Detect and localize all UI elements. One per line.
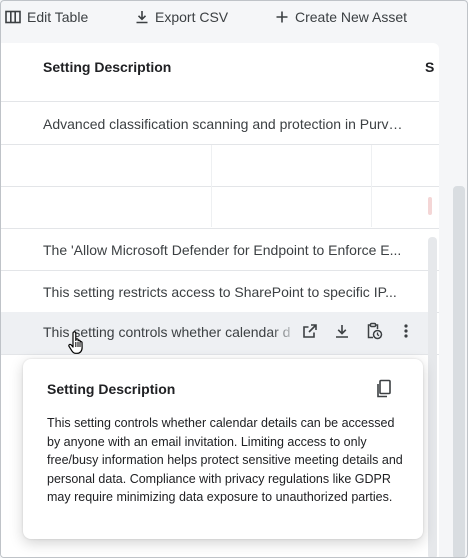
more-options-button[interactable] bbox=[396, 323, 416, 343]
clipboard-clock-icon bbox=[365, 322, 383, 345]
edit-table-button[interactable]: Edit Table bbox=[5, 9, 88, 25]
plus-icon bbox=[275, 10, 289, 24]
page-scrollbar[interactable] bbox=[453, 186, 465, 557]
copy-button[interactable] bbox=[375, 379, 393, 399]
clipboard-history-button[interactable] bbox=[364, 322, 384, 345]
hand-pointer-icon bbox=[67, 331, 87, 355]
text-fade bbox=[271, 313, 299, 353]
divider bbox=[1, 101, 439, 102]
divider bbox=[1, 228, 439, 229]
app-window: Edit Table Export CSV Create New Asset S… bbox=[0, 0, 468, 558]
download-icon bbox=[334, 323, 350, 344]
open-external-icon bbox=[302, 323, 318, 344]
create-new-asset-label: Create New Asset bbox=[295, 9, 408, 25]
popover-title: Setting Description bbox=[47, 381, 176, 397]
export-csv-label: Export CSV bbox=[155, 9, 229, 25]
download-icon bbox=[135, 10, 149, 24]
divider bbox=[1, 186, 439, 187]
table-row-description[interactable]: The 'Allow Microsoft Defender for Endpoi… bbox=[43, 242, 403, 258]
create-new-asset-button[interactable]: Create New Asset bbox=[275, 9, 407, 25]
edit-table-label: Edit Table bbox=[27, 9, 89, 25]
cell-divider bbox=[211, 145, 212, 227]
download-button[interactable] bbox=[332, 323, 352, 343]
popover-body: This setting controls whether calendar d… bbox=[47, 416, 403, 505]
column-header-setting-description[interactable]: Setting Description bbox=[43, 59, 171, 75]
open-external-button[interactable] bbox=[300, 323, 320, 343]
table-row-description[interactable]: Advanced classification scanning and pro… bbox=[43, 116, 403, 132]
divider bbox=[1, 270, 439, 271]
more-vert-icon bbox=[403, 323, 409, 344]
toolbar: Edit Table Export CSV Create New Asset bbox=[1, 1, 467, 35]
description-popover: Setting Description This setting control… bbox=[23, 359, 423, 539]
table-scrollbar[interactable] bbox=[428, 237, 437, 557]
export-csv-button[interactable]: Export CSV bbox=[135, 9, 228, 25]
copy-icon bbox=[375, 379, 393, 403]
cell-divider bbox=[371, 145, 372, 227]
column-header-next[interactable]: S bbox=[425, 59, 434, 75]
table-row-description[interactable]: This setting restricts access to SharePo… bbox=[43, 284, 403, 300]
divider bbox=[1, 144, 439, 145]
table-columns-icon bbox=[5, 10, 21, 24]
status-indicator bbox=[428, 197, 432, 215]
